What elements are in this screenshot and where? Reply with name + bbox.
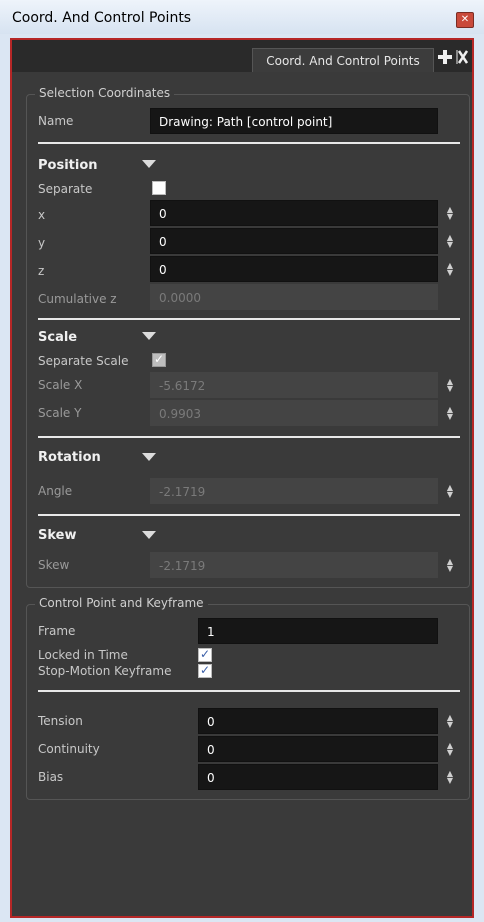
tab-coord-control-points[interactable]: Coord. And Control Points [252,48,434,72]
skew-label: Skew [38,558,70,572]
tension-field[interactable]: 0 [198,708,438,734]
x-spinner-icon[interactable]: ▲ ▼ [445,206,455,221]
z-spinner-icon[interactable]: ▲ ▼ [445,262,455,277]
rotation-header: Rotation [38,450,101,465]
locked-in-time-checkbox[interactable]: ✓ [198,647,212,662]
tension-label: Tension [38,714,83,728]
bias-spinner-icon[interactable]: ▲ ▼ [445,770,455,785]
divider [38,514,460,516]
locked-in-time-label: Locked in Time [38,648,128,662]
name-field[interactable]: Drawing: Path [control point] [150,108,438,134]
title-bar[interactable]: Coord. And Control Points ✕ [0,0,484,34]
separate-checkbox[interactable] [152,181,166,195]
skew-spinner-icon[interactable]: ▲ ▼ [445,558,455,573]
add-icon[interactable] [438,50,452,64]
scale-x-label: Scale X [38,378,83,392]
skew-header: Skew [38,528,77,543]
separate-scale-checkbox: ✓ [152,352,166,367]
control-point-legend: Control Point and Keyframe [35,596,208,610]
panel-frame: Coord. And Control Points Selection Coor… [10,38,474,918]
continuity-label: Continuity [38,742,100,756]
window: Coord. And Control Points ✕ Coord. And C… [0,0,484,922]
x-field[interactable]: 0 [150,200,438,226]
separate-scale-label: Separate Scale [38,354,129,368]
divider [38,436,460,438]
continuity-field[interactable]: 0 [198,736,438,762]
scale-x-spinner-icon[interactable]: ▲ ▼ [445,378,455,393]
close-panel-icon[interactable] [456,50,468,64]
bias-label: Bias [38,770,64,784]
scale-header: Scale [38,330,78,345]
z-field[interactable]: 0 [150,256,438,282]
y-spinner-icon[interactable]: ▲ ▼ [445,234,455,249]
continuity-spinner-icon[interactable]: ▲ ▼ [445,742,455,757]
position-header: Position [38,158,98,173]
close-icon[interactable]: ✕ [456,12,474,28]
bias-field[interactable]: 0 [198,764,438,790]
y-field[interactable]: 0 [150,228,438,254]
scale-x-field: -5.6172 [150,372,438,398]
stop-motion-keyframe-label: Stop-Motion Keyframe [38,664,172,678]
angle-spinner-icon[interactable]: ▲ ▼ [445,484,455,499]
stop-motion-keyframe-checkbox[interactable]: ✓ [198,663,212,678]
tension-spinner-icon[interactable]: ▲ ▼ [445,714,455,729]
divider [38,142,460,144]
angle-label: Angle [38,484,73,498]
properties-panel: Selection Coordinates Name Drawing: Path… [12,72,472,916]
frame-label: Frame [38,624,76,638]
z-label: z [38,264,45,278]
skew-field: -2.1719 [150,552,438,578]
selection-coordinates-legend: Selection Coordinates [35,86,175,100]
tab-bar: Coord. And Control Points [12,40,472,72]
frame-field[interactable]: 1 [198,618,438,644]
name-label: Name [38,114,74,128]
y-label: y [38,236,46,250]
cumulative-z-label: Cumulative z [38,292,117,306]
scale-y-spinner-icon[interactable]: ▲ ▼ [445,406,455,421]
scale-y-field: 0.9903 [150,400,438,426]
position-collapse-icon[interactable] [142,160,156,168]
scale-y-label: Scale Y [38,406,82,420]
scale-collapse-icon[interactable] [142,332,156,340]
x-label: x [38,208,46,222]
divider [38,318,460,320]
divider [38,690,460,692]
cumulative-z-field: 0.0000 [150,284,438,310]
separate-label: Separate [38,182,93,196]
window-title: Coord. And Control Points [12,10,192,26]
angle-field: -2.1719 [150,478,438,504]
skew-collapse-icon[interactable] [142,531,156,539]
rotation-collapse-icon[interactable] [142,453,156,461]
